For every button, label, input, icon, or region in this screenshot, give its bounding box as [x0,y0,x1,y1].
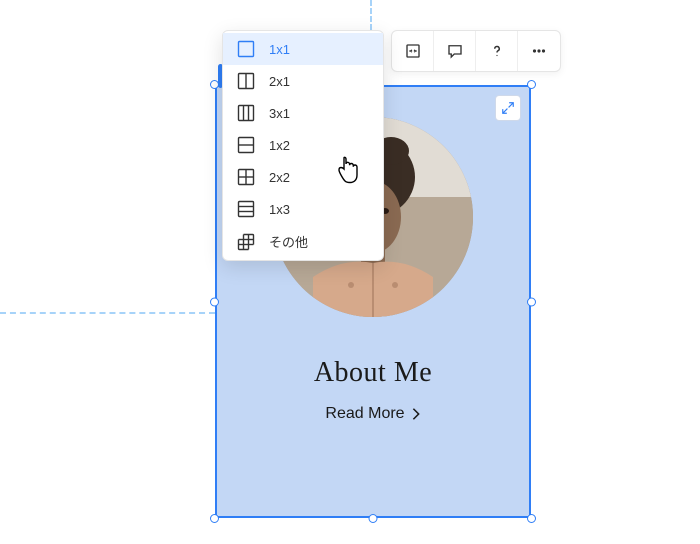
grid-1x2-icon [237,136,255,154]
expand-button[interactable] [495,95,521,121]
grid-1x1-icon [237,40,255,58]
grid-option-label: 3x1 [269,106,290,121]
grid-3x1-icon [237,104,255,122]
comment-button[interactable] [434,31,476,71]
grid-other-icon [237,233,255,251]
stretch-icon [404,42,422,60]
guide-vertical [370,0,372,30]
toolbar [391,30,561,72]
more-icon [530,42,548,60]
resize-handle-sw[interactable] [210,514,219,523]
more-button[interactable] [518,31,560,71]
grid-option-3x1[interactable]: 3x1 [223,97,383,129]
grid-option-label: 2x1 [269,74,290,89]
resize-handle-se[interactable] [527,514,536,523]
grid-2x1-icon [237,72,255,90]
comment-icon [446,42,464,60]
guide-horizontal [0,312,215,314]
grid-option-other[interactable]: その他 [223,225,383,258]
grid-option-2x1[interactable]: 2x1 [223,65,383,97]
resize-handle-w[interactable] [210,297,219,306]
grid-2x2-icon [237,168,255,186]
grid-1x3-icon [237,200,255,218]
resize-handle-s[interactable] [369,514,378,523]
resize-handle-ne[interactable] [527,80,536,89]
card-title: About Me [314,357,432,389]
grid-option-1x3[interactable]: 1x3 [223,193,383,225]
grid-option-label: 1x2 [269,138,290,153]
grid-option-label: 1x1 [269,42,290,57]
help-button[interactable] [476,31,518,71]
grid-option-1x1[interactable]: 1x1 [223,33,383,65]
grid-layout-dropdown: 1x1 2x1 3x1 1x2 2x2 [222,30,384,261]
read-more-label: Read More [325,405,404,423]
resize-handle-e[interactable] [527,297,536,306]
grid-option-label: 2x2 [269,170,290,185]
expand-icon [501,101,515,115]
grid-option-label: その他 [269,232,308,251]
cursor-pointer-icon [335,155,361,190]
stretch-button[interactable] [392,31,434,71]
read-more-link[interactable]: Read More [325,405,420,423]
help-icon [488,42,506,60]
grid-option-label: 1x3 [269,202,290,217]
chevron-right-icon [411,407,421,421]
